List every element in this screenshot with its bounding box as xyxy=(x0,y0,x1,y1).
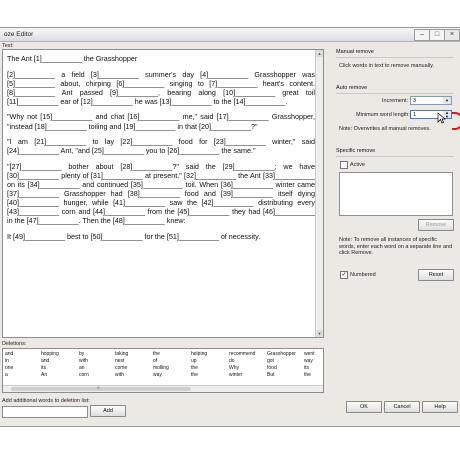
deletions-column: and in one a xyxy=(5,351,13,379)
deletion-word: went xyxy=(304,351,315,357)
deletion-word: up xyxy=(191,358,197,364)
deletions-column: recommend do Why winter xyxy=(229,351,255,379)
deletion-word: and xyxy=(5,351,14,357)
deletion-word: a xyxy=(5,372,8,378)
minimize-icon[interactable]: – xyxy=(414,29,430,41)
scroll-down-icon[interactable]: ▼ xyxy=(316,330,323,337)
min-word-length-value: 1 xyxy=(413,112,417,118)
divider xyxy=(336,93,454,94)
text-vertical-scrollbar[interactable]: ▲ ▼ xyxy=(315,50,323,337)
deletion-word: one xyxy=(5,365,14,371)
add-button[interactable]: Add xyxy=(90,405,126,417)
deletion-word: way xyxy=(153,372,162,378)
add-words-label: Add additional words to deletion list: xyxy=(2,398,90,404)
numbered-label: Numbered xyxy=(350,272,376,278)
deletion-word: winter xyxy=(229,372,243,378)
add-words-input[interactable] xyxy=(2,406,88,418)
deletion-word: and xyxy=(41,358,50,364)
deletion-word: in xyxy=(5,358,9,364)
min-word-length-label: Minimum word length: xyxy=(356,112,410,118)
chevron-down-icon[interactable]: ▼ xyxy=(443,97,451,104)
story-text[interactable]: The Ant [1]__________ the Grasshopper [2… xyxy=(7,54,315,248)
deletion-word: an xyxy=(79,365,85,371)
divider xyxy=(336,156,454,157)
deletions-column: went way its the xyxy=(304,351,315,379)
deletion-word: way xyxy=(304,358,313,364)
maximize-icon[interactable]: □ xyxy=(429,29,445,41)
grip-glyph: III xyxy=(97,385,101,390)
deletions-column: hopping and its An xyxy=(41,351,59,379)
story-paragraph[interactable]: The Ant [1]__________ the Grasshopper xyxy=(7,54,315,63)
window-title: oze Editor xyxy=(4,31,34,38)
mouse-cursor-icon xyxy=(437,112,446,124)
deletion-word: by xyxy=(79,351,85,357)
scroll-up-icon[interactable]: ▲ xyxy=(316,50,323,57)
deletion-word: food xyxy=(267,365,277,371)
deletion-word: corn xyxy=(79,372,89,378)
cloze-editor-window: oze Editor – □ × Text: The Ant [1]______… xyxy=(0,27,460,427)
story-paragraph[interactable]: "Why not [15]__________ and chat [16]___… xyxy=(7,112,315,130)
deletion-word: Why xyxy=(229,365,239,371)
deletions-label: Deletions: xyxy=(2,341,27,347)
story-paragraph[interactable]: "[27]__________ bother about [28]_______… xyxy=(7,162,315,226)
cancel-button[interactable]: Cancel xyxy=(384,401,420,413)
specific-remove-heading: Specific remove xyxy=(336,148,376,154)
deletion-word: molling xyxy=(153,365,169,371)
deletion-word: come xyxy=(115,365,128,371)
story-paragraph[interactable]: [2]__________ a field [3]__________ summ… xyxy=(7,70,315,106)
deletion-word: recommend xyxy=(229,351,256,357)
deletion-word: nest xyxy=(115,358,125,364)
deletions-column: by with an corn xyxy=(79,351,89,379)
cloze-text-area[interactable]: The Ant [1]__________ the Grasshopper [2… xyxy=(2,49,324,338)
deletion-word: hopping xyxy=(41,351,59,357)
help-button[interactable]: Help xyxy=(422,401,458,413)
deletions-horizontal-scrollbar[interactable]: III xyxy=(3,385,323,392)
auto-remove-note: Note: Overwrites all manual removes. xyxy=(339,126,431,132)
auto-remove-heading: Auto remove xyxy=(336,85,368,91)
increment-label: Increment: xyxy=(382,98,408,104)
red-annotation-mark xyxy=(452,112,460,130)
deletion-word: its xyxy=(41,365,46,371)
deletions-column: the of molling way xyxy=(153,351,169,379)
deletion-word: the xyxy=(191,365,198,371)
remove-button[interactable]: Remove xyxy=(418,219,454,231)
deletion-word: helping xyxy=(191,351,208,357)
deletion-word: But xyxy=(267,372,275,378)
deletion-word: its xyxy=(304,365,309,371)
active-checkbox[interactable] xyxy=(340,161,348,169)
deletion-word: taking xyxy=(115,351,129,357)
deletion-word: the xyxy=(153,351,160,357)
ok-button[interactable]: OK xyxy=(346,401,382,413)
deletion-word: the xyxy=(191,372,198,378)
title-bar: oze Editor – □ × xyxy=(0,28,460,42)
deletion-word: An xyxy=(41,372,48,378)
deletions-list[interactable]: and in one a hopping and its An by with an corn t… xyxy=(2,348,324,393)
manual-remove-hint: Click words in text to remove manually. xyxy=(339,63,434,69)
manual-remove-heading: Manual remove xyxy=(336,49,374,55)
deletions-column: helping up the the xyxy=(191,351,207,379)
numbered-checkbox[interactable]: ✓ xyxy=(340,271,348,279)
deletion-word: Grasshopper xyxy=(267,351,296,357)
story-paragraph[interactable]: "I am [21]__________ to lay [22]________… xyxy=(7,137,315,155)
active-label: Active xyxy=(350,162,365,168)
divider xyxy=(336,57,454,58)
story-paragraph[interactable]: It [49]__________ best to [50]__________… xyxy=(7,232,315,241)
close-icon[interactable]: × xyxy=(444,29,460,41)
specific-remove-note: Note: To remove all instances of specifi… xyxy=(339,237,453,256)
deletion-word: of xyxy=(153,358,158,364)
deletion-word: do xyxy=(229,358,235,364)
increment-value: 3 xyxy=(413,98,417,104)
reset-button[interactable]: Reset xyxy=(418,269,454,281)
deletion-word: the xyxy=(304,372,311,378)
scrollbar-thumb[interactable]: III xyxy=(11,385,191,391)
specific-words-input[interactable] xyxy=(339,172,453,216)
deletions-column: Grasshopper got food But xyxy=(267,351,296,379)
deletions-column: taking nest come with xyxy=(115,351,128,379)
deletion-word: with xyxy=(79,358,88,364)
deletion-word: with xyxy=(115,372,124,378)
deletion-word: got xyxy=(267,358,274,364)
increment-select[interactable]: 3 ▼ xyxy=(410,96,452,105)
